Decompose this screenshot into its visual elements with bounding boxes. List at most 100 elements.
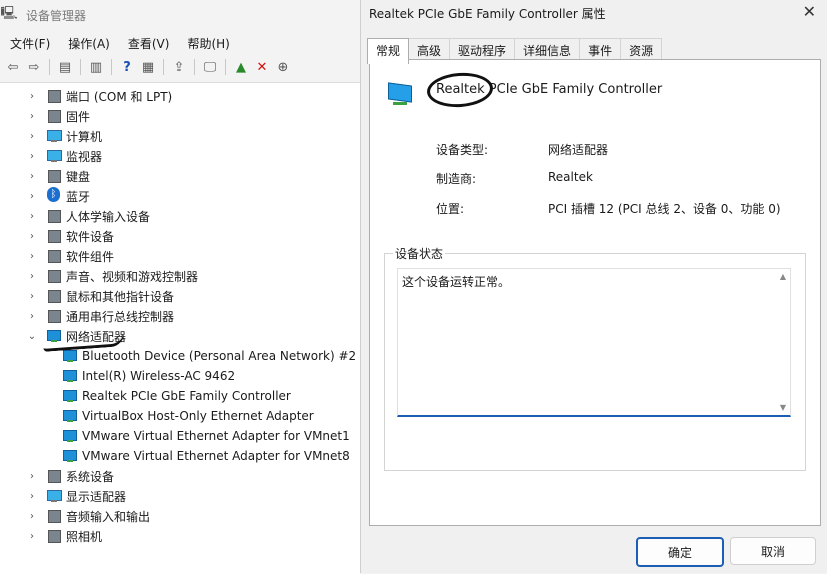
tree-category-display-adapters[interactable]: › 显示适配器 (26, 486, 126, 506)
forward-icon[interactable]: ⇨ (25, 58, 43, 76)
network-adapter-icon (62, 349, 78, 363)
chevron-right-icon[interactable]: › (26, 251, 38, 262)
tree-category-hid[interactable]: › 人体学输入设备 (26, 206, 150, 226)
tree-item-vmnet8[interactable]: VMware Virtual Ethernet Adapter for VMne… (0, 446, 350, 466)
tree-item-vmnet1[interactable]: VMware Virtual Ethernet Adapter for VMne… (0, 426, 350, 446)
category-label: 端口 (COM 和 LPT) (66, 89, 173, 104)
tree-item-intel-wireless[interactable]: Intel(R) Wireless-AC 9462 (0, 366, 235, 386)
properties-icon[interactable]: ▥ (87, 58, 105, 76)
category-label: 人体学输入设备 (66, 209, 151, 224)
chevron-down-icon[interactable]: ⌄ (26, 331, 38, 342)
device-status-group: 设备状态 这个设备运转正常。 ▲ ▼ (384, 245, 806, 471)
tree-item-realtek[interactable]: Realtek PCIe GbE Family Controller (0, 386, 291, 406)
tree-category-system-devices[interactable]: › 系统设备 (26, 466, 114, 486)
toolbar: ⇦ ⇨ ▤ ▥ ? ▦ ⇪ 🖵 ▲ ✕ ⊕ (0, 56, 364, 78)
chevron-right-icon[interactable]: › (26, 291, 38, 302)
cancel-button[interactable]: 取消 (730, 537, 816, 565)
tree-category-computer[interactable]: › 计算机 (26, 126, 102, 146)
back-icon[interactable]: ⇦ (4, 58, 22, 76)
chevron-right-icon[interactable]: › (26, 271, 38, 282)
help-icon[interactable]: ? (118, 58, 136, 76)
tree-category-audio-io[interactable]: › 音频输入和输出 (26, 506, 150, 526)
details-icon[interactable]: ▦ (139, 58, 157, 76)
properties-dialog: Realtek PCIe GbE Family Controller 属性 ✕ … (360, 0, 827, 573)
firmware-icon (46, 109, 62, 123)
menu-bar: 文件(F) 操作(A) 查看(V) 帮助(H) (0, 32, 238, 54)
audio-icon (46, 269, 62, 283)
camera-icon (46, 529, 62, 543)
tree-category-bluetooth[interactable]: › 蓝牙 (26, 186, 90, 206)
app-icon: 🖳 (0, 6, 18, 21)
tree-category-ports[interactable]: › 端口 (COM 和 LPT) (26, 86, 172, 106)
tree-view-icon[interactable]: ▤ (56, 58, 74, 76)
tree-category-monitors[interactable]: › 监视器 (26, 146, 102, 166)
tab-advanced[interactable]: 高级 (408, 38, 451, 60)
scroll-down-icon[interactable]: ▼ (780, 403, 786, 412)
hid-icon (46, 209, 62, 223)
tree-category-usb[interactable]: › 通用串行总线控制器 (26, 306, 174, 326)
device-type-value: 网络适配器 (548, 143, 609, 157)
tab-strip: 常规 高级 驱动程序 详细信息 事件 资源 (367, 38, 663, 64)
system-device-icon (46, 469, 62, 483)
chevron-right-icon[interactable]: › (26, 531, 38, 542)
category-label: 显示适配器 (66, 489, 127, 504)
tree-category-firmware[interactable]: › 固件 (26, 106, 90, 126)
category-label: 监视器 (66, 149, 103, 164)
menu-help[interactable]: 帮助(H) (177, 32, 237, 54)
monitor-icon (46, 149, 62, 163)
chevron-right-icon[interactable]: › (26, 311, 38, 322)
chevron-right-icon[interactable]: › (26, 211, 38, 222)
device-type-label: 设备类型: (436, 143, 489, 157)
menu-view[interactable]: 查看(V) (118, 32, 178, 54)
chevron-right-icon[interactable]: › (26, 511, 38, 522)
tree-item-virtualbox[interactable]: VirtualBox Host-Only Ethernet Adapter (0, 406, 314, 426)
device-tree[interactable]: › 端口 (COM 和 LPT) › 固件 › 计算机 › 监视器 › 键盘 › 蓝牙 › 人… (0, 82, 360, 574)
chevron-right-icon[interactable]: › (26, 131, 38, 142)
chevron-right-icon[interactable]: › (26, 191, 38, 202)
title-bar: 🖳 设备管理器 (0, 0, 360, 30)
network-adapter-icon (62, 409, 78, 423)
mouse-icon (46, 289, 62, 303)
tree-category-mice[interactable]: › 鼠标和其他指针设备 (26, 286, 174, 306)
category-label: 系统设备 (66, 469, 115, 484)
chevron-right-icon[interactable]: › (26, 151, 38, 162)
display-adapter-icon (46, 489, 62, 503)
tree-category-keyboards[interactable]: › 键盘 (26, 166, 90, 186)
uninstall-icon[interactable]: ✕ (253, 58, 271, 76)
close-icon[interactable]: ✕ (803, 2, 816, 21)
tree-category-software-components[interactable]: › 软件组件 (26, 246, 114, 266)
chevron-right-icon[interactable]: › (26, 231, 38, 242)
chevron-right-icon[interactable]: › (26, 171, 38, 182)
ok-button[interactable]: 确定 (636, 537, 724, 567)
menu-action[interactable]: 操作(A) (58, 32, 118, 54)
device-label: VMware Virtual Ethernet Adapter for VMne… (82, 429, 350, 443)
chevron-right-icon[interactable]: › (26, 91, 38, 102)
category-label: 计算机 (66, 129, 103, 144)
toolbar-separator (111, 59, 112, 75)
device-status-textbox[interactable]: 这个设备运转正常。 ▲ ▼ (397, 268, 791, 417)
scan-hardware-icon[interactable]: 🖵 (201, 58, 219, 76)
tree-category-cameras[interactable]: › 照相机 (26, 526, 102, 546)
tree-category-software-devices[interactable]: › 软件设备 (26, 226, 114, 246)
network-adapter-icon (62, 369, 78, 383)
chevron-right-icon[interactable]: › (26, 111, 38, 122)
network-adapter-icon (62, 389, 78, 403)
tab-general[interactable]: 常规 (367, 38, 410, 64)
tree-category-audio[interactable]: › 声音、视频和游戏控制器 (26, 266, 198, 286)
update-driver-icon[interactable]: ⇪ (170, 58, 188, 76)
device-label: Realtek PCIe GbE Family Controller (82, 389, 291, 403)
scroll-up-icon[interactable]: ▲ (780, 272, 786, 281)
enable-device-icon[interactable]: ▲ (232, 58, 250, 76)
tab-driver[interactable]: 驱动程序 (449, 38, 516, 60)
device-label: Intel(R) Wireless-AC 9462 (82, 369, 236, 383)
window-title: 设备管理器 (26, 8, 87, 23)
chevron-right-icon[interactable]: › (26, 471, 38, 482)
chevron-right-icon[interactable]: › (26, 491, 38, 502)
software-device-icon (46, 229, 62, 243)
tab-events[interactable]: 事件 (579, 38, 622, 60)
disable-device-icon[interactable]: ⊕ (274, 58, 292, 76)
computer-icon (46, 129, 62, 143)
menu-file[interactable]: 文件(F) (0, 32, 58, 54)
tab-details[interactable]: 详细信息 (514, 38, 581, 60)
tab-resources[interactable]: 资源 (620, 38, 663, 60)
